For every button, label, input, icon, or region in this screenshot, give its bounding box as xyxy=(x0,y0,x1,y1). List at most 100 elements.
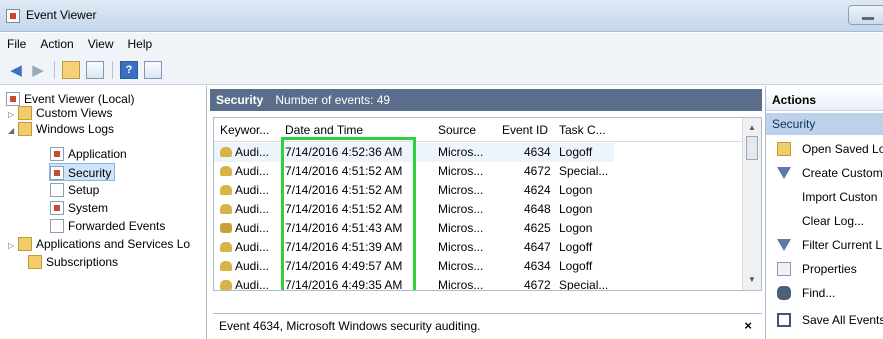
keyword-cell: Audi... xyxy=(220,145,269,159)
log-icon xyxy=(50,201,64,215)
event-id-cell: 4672 xyxy=(524,164,551,178)
log-icon xyxy=(50,166,64,180)
scroll-down-icon[interactable]: ▼ xyxy=(743,272,761,288)
source-cell: Micros... xyxy=(438,164,484,178)
keyword-cell: Audi... xyxy=(220,183,269,197)
toolbar: ◀ ▶ ? xyxy=(0,55,883,85)
actions-header: Actions xyxy=(766,89,883,111)
column-event-id[interactable]: Event ID xyxy=(502,123,548,137)
source-cell: Micros... xyxy=(438,221,484,235)
show-action-pane-icon[interactable] xyxy=(144,61,162,79)
event-detail-title: Event 4634, Microsoft Windows security a… xyxy=(219,319,481,333)
action-find[interactable]: Find... xyxy=(766,281,883,305)
binoculars-icon xyxy=(777,286,791,300)
properties-icon xyxy=(777,262,791,276)
source-cell: Micros... xyxy=(438,202,484,216)
event-id-cell: 4648 xyxy=(524,202,551,216)
keyword-cell: Audi... xyxy=(220,278,269,290)
action-clear-log[interactable]: Clear Log... xyxy=(766,209,883,233)
log-icon xyxy=(50,219,64,233)
log-name: Security xyxy=(216,93,264,107)
tree-system[interactable]: System xyxy=(50,199,108,217)
keyword-cell: Audi... xyxy=(220,240,269,254)
tree-setup[interactable]: Setup xyxy=(50,181,99,199)
filter-icon xyxy=(777,239,791,251)
collapse-arrow-icon[interactable]: ◢ xyxy=(8,122,18,140)
tree-forwarded-events[interactable]: Forwarded Events xyxy=(50,217,165,235)
column-task-category[interactable]: Task C... xyxy=(559,123,606,137)
tree-subscriptions[interactable]: Subscriptions xyxy=(28,253,118,271)
event-viewer-icon xyxy=(6,92,20,106)
source-cell: Micros... xyxy=(438,145,484,159)
menu-file[interactable]: File xyxy=(0,33,33,51)
task-category-cell: Special... xyxy=(559,278,609,291)
task-category-cell: Logon xyxy=(559,183,593,197)
action-create-custom-view[interactable]: Create Custom xyxy=(766,161,883,185)
event-viewer-icon xyxy=(6,9,20,23)
window-title: Event Viewer xyxy=(26,8,97,22)
log-icon xyxy=(50,147,64,161)
column-source[interactable]: Source xyxy=(438,123,476,137)
up-folder-icon[interactable] xyxy=(62,61,80,79)
event-id-cell: 4634 xyxy=(524,259,551,273)
tree-security[interactable]: Security xyxy=(49,163,116,181)
keyword-cell: Audi... xyxy=(220,259,269,273)
action-open-saved-log[interactable]: Open Saved Lo xyxy=(766,137,883,161)
tree-application[interactable]: Application xyxy=(50,145,127,163)
menu-action[interactable]: Action xyxy=(33,33,80,51)
open-folder-icon xyxy=(777,142,791,156)
expand-arrow-icon[interactable]: ▷ xyxy=(8,237,18,255)
vertical-scrollbar[interactable]: ▲ ▼ xyxy=(742,118,761,290)
task-category-cell: Special... xyxy=(559,164,609,178)
keyword-cell: Audi... xyxy=(220,202,269,216)
source-cell: Micros... xyxy=(438,183,484,197)
action-import-custom-view[interactable]: Import Custon xyxy=(766,185,883,209)
pane-header: Security Number of events: 49 xyxy=(210,89,762,111)
menu-view[interactable]: View xyxy=(81,33,121,51)
action-properties[interactable]: Properties xyxy=(766,257,883,281)
source-cell: Micros... xyxy=(438,240,484,254)
forward-arrow-icon[interactable]: ▶ xyxy=(30,61,46,79)
event-id-cell: 4624 xyxy=(524,183,551,197)
title-bar: Event Viewer xyxy=(0,0,883,32)
column-date-time[interactable]: Date and Time xyxy=(285,123,363,137)
task-category-cell: Logoff xyxy=(559,259,593,273)
task-category-cell: Logoff xyxy=(559,240,593,254)
close-icon[interactable]: × xyxy=(744,314,752,338)
column-keywords[interactable]: Keywor... xyxy=(220,123,269,137)
event-id-cell: 4625 xyxy=(524,221,551,235)
help-icon[interactable]: ? xyxy=(120,61,138,79)
subscriptions-icon xyxy=(28,255,42,269)
action-filter-current-log[interactable]: Filter Current L xyxy=(766,233,883,257)
event-id-cell: 4634 xyxy=(524,145,551,159)
minimize-button[interactable] xyxy=(848,5,883,25)
source-cell: Micros... xyxy=(438,259,484,273)
show-pane-icon[interactable] xyxy=(86,61,104,79)
log-icon xyxy=(50,183,64,197)
actions-section-security[interactable]: Security xyxy=(766,113,883,135)
event-id-cell: 4647 xyxy=(524,240,551,254)
back-arrow-icon[interactable]: ◀ xyxy=(8,61,24,79)
task-category-cell: Logoff xyxy=(559,145,593,159)
folder-icon xyxy=(18,122,32,136)
tree-applications-services[interactable]: ▷ Applications and Services Lo xyxy=(8,235,190,253)
folder-icon xyxy=(18,106,32,120)
folder-icon xyxy=(18,237,32,251)
action-save-all-events[interactable]: Save All Events xyxy=(766,308,883,332)
task-category-cell: Logon xyxy=(559,202,593,216)
scroll-up-icon[interactable]: ▲ xyxy=(743,120,761,136)
event-detail-bar: Event 4634, Microsoft Windows security a… xyxy=(213,313,762,339)
date-time-highlight-box xyxy=(281,137,416,290)
menu-help[interactable]: Help xyxy=(121,33,160,51)
events-table: Keywor... Date and Time Source Event ID … xyxy=(213,117,762,291)
tree-windows-logs[interactable]: ◢ Windows Logs xyxy=(8,120,114,138)
events-pane: Security Number of events: 49 Keywor... D… xyxy=(210,86,762,339)
event-viewer-window: Event Viewer File Action View Help ◀ ▶ ? Ev… xyxy=(0,0,883,339)
navigation-tree: Event Viewer (Local) ▷ Custom Views ◢ Wind… xyxy=(0,86,207,339)
keyword-cell: Audi... xyxy=(220,221,269,235)
actions-pane: Actions Security Open Saved Lo Create Cu… xyxy=(765,86,883,339)
event-id-cell: 4672 xyxy=(524,278,551,291)
source-cell: Micros... xyxy=(438,278,484,291)
scroll-thumb[interactable] xyxy=(746,136,758,160)
filter-icon xyxy=(777,167,791,179)
